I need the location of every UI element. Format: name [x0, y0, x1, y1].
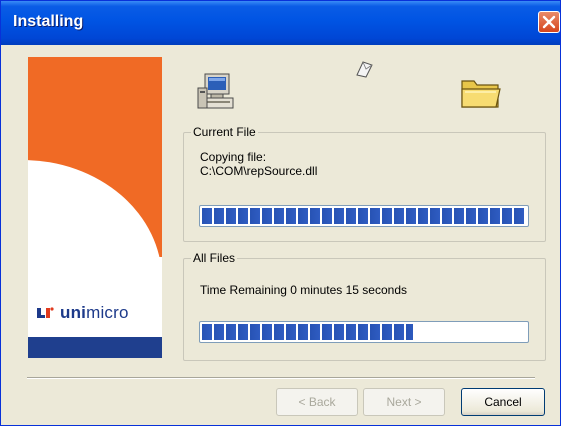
logo-mark-icon	[37, 307, 54, 318]
all-files-progress-bar	[199, 321, 529, 343]
installer-window: Installing unimicro Current File Copying…	[0, 0, 561, 426]
unimicro-logo: unimicro	[36, 303, 129, 323]
window-title: Installing	[13, 13, 84, 30]
current-file-progress-bar	[199, 205, 529, 227]
all-files-group-title: All Files	[191, 251, 238, 265]
all-files-group	[183, 258, 546, 361]
back-button[interactable]: < Back	[276, 388, 358, 416]
copying-file-label: Copying file:	[200, 150, 267, 164]
computer-icon	[197, 73, 234, 109]
next-button[interactable]: Next >	[363, 388, 445, 416]
close-button[interactable]	[538, 11, 560, 33]
current-file-progress-fill	[202, 208, 526, 224]
close-icon	[542, 15, 556, 29]
button-separator	[27, 377, 535, 379]
cancel-button[interactable]: Cancel	[461, 388, 545, 416]
time-remaining-label: Time Remaining 0 minutes 15 seconds	[200, 283, 407, 297]
current-file-group-title: Current File	[191, 125, 258, 139]
paper-icon	[356, 61, 373, 78]
folder-icon	[461, 80, 501, 108]
title-bar[interactable]: Installing	[1, 1, 560, 45]
logo-text-rest: micro	[86, 303, 129, 322]
logo-text-bold: uni	[60, 303, 87, 322]
brand-banner: unimicro	[28, 57, 162, 358]
all-files-progress-fill	[202, 324, 413, 340]
logo-text: unimicro	[60, 303, 129, 323]
banner-blue-bar	[28, 337, 162, 358]
current-file-path: C:\COM\repSource.dll	[200, 164, 318, 178]
